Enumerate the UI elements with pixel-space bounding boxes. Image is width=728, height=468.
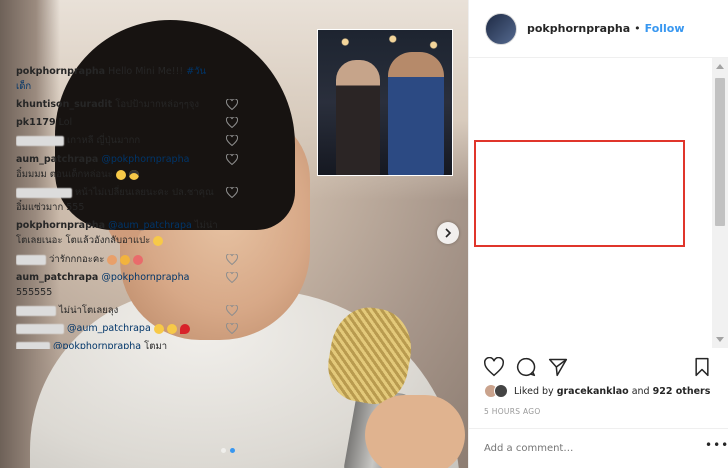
scroll-up-icon[interactable] (716, 64, 724, 69)
post-timestamp[interactable]: 5 HOURS AGO (484, 407, 541, 416)
comment-item: เกาหลี ญี่ปุ่นมากก (16, 133, 240, 148)
heart-icon[interactable] (226, 187, 238, 198)
laugh-emoji-icon (153, 323, 164, 334)
star-emoji-icon (120, 254, 131, 265)
inset-person-left (336, 60, 380, 175)
heart-icon[interactable] (226, 99, 238, 110)
comment-text: โตมา (144, 341, 168, 349)
blurred-username (16, 305, 56, 316)
heart-icon[interactable] (226, 154, 238, 165)
comment-mention[interactable]: @aum_patchrapa (67, 323, 151, 334)
blurred-username (16, 135, 64, 146)
comment-mention[interactable]: @pokphornprapha (101, 154, 189, 165)
heart-icon[interactable] (226, 254, 238, 265)
smile-emoji-icon (115, 169, 126, 180)
header-separator: • (634, 22, 641, 35)
comment-item: pk1179 Lol (16, 115, 240, 130)
comment-caption: pokphornprapha Hello Mini Me!!! #วันเด็ก (16, 64, 240, 94)
blurred-username (16, 341, 50, 349)
likes-conjunction: and (631, 385, 650, 397)
comment-mention[interactable]: @pokphornprapha (53, 341, 141, 349)
carousel-dot (221, 448, 226, 453)
more-options-icon[interactable]: ••• (705, 438, 728, 452)
comment-username[interactable]: pk1179 (16, 117, 56, 128)
comment-username[interactable]: aum_patchrapa (16, 154, 98, 165)
comment-item: pokphornprapha @aum_patchrapa ไม่น่าโตเล… (16, 218, 240, 248)
post-header: pokphornprapha • Follow (469, 0, 728, 58)
carousel-indicator (221, 448, 235, 453)
comment-bubble-icon[interactable] (516, 357, 536, 377)
inset-photo (317, 29, 453, 176)
comments-list[interactable]: pokphornprapha Hello Mini Me!!! #วันเด็ก… (16, 64, 240, 349)
photo-hand (365, 395, 465, 468)
chevron-right-icon (445, 228, 452, 238)
comment-username[interactable]: khuntison_suradit (16, 99, 112, 110)
share-icon[interactable] (548, 357, 568, 377)
bookmark-icon[interactable] (692, 357, 712, 377)
carousel-next-button[interactable] (437, 222, 459, 244)
comment-item: aum_patchrapa @pokphornprapha อิ๋มมมม ตอ… (16, 152, 240, 182)
comment-username[interactable]: pokphornprapha (16, 220, 105, 231)
scrollbar-thumb[interactable] (715, 78, 725, 226)
heart-icon[interactable] (226, 305, 238, 316)
liker-username[interactable]: gracekanklao (557, 386, 629, 397)
red-heart-emoji-icon (179, 323, 190, 334)
liker-avatar[interactable] (494, 384, 508, 398)
comment-item: @aum_patchrapa (16, 321, 240, 336)
comment-username[interactable]: pokphornprapha (16, 66, 105, 77)
confused-emoji-icon (153, 235, 164, 246)
comment-text: ไม่น่าโตเลยลุง (59, 305, 119, 316)
cake-emoji-icon (133, 254, 144, 265)
comment-text: ว่ารักกกอะคะ (49, 254, 105, 265)
comment-mention[interactable]: @pokphornprapha (101, 272, 189, 283)
likes-others-link[interactable]: 922 others (653, 386, 711, 397)
likes-summary: Liked by gracekanklao and 922 others (484, 384, 710, 398)
comment-text: เกาหลี ญี่ปุ่นมากก (67, 135, 141, 146)
comment-text: Hello Mini Me!!! (108, 66, 184, 77)
comment-item: khuntison_suradit โอปป้ามากหล่อๆๆจุง (16, 97, 240, 112)
comments-scrollbar[interactable] (712, 58, 728, 348)
comment-item: ไม่น่าโตเลยลุง (16, 303, 240, 318)
comment-text: อิ๋มมมม ตอนเด็กหล่อนะ (16, 169, 113, 180)
heart-icon[interactable] (226, 323, 238, 334)
highlight-box (474, 140, 685, 247)
comment-item: ว่ารักกกอะคะ (16, 252, 240, 267)
add-comment-bar (468, 428, 728, 468)
laugh-emoji-icon (166, 323, 177, 334)
follow-button[interactable]: Follow (645, 22, 685, 35)
carousel-dot-active (230, 448, 235, 453)
add-comment-input[interactable] (484, 443, 689, 454)
scroll-down-icon[interactable] (716, 337, 724, 342)
heart-icon[interactable] (226, 135, 238, 146)
comment-item: aum_patchrapa @pokphornprapha 555555 (16, 270, 240, 300)
comment-text: Lol (58, 117, 73, 128)
like-heart-icon[interactable] (484, 357, 504, 377)
comment-item: @pokphornprapha โตมา (16, 339, 240, 349)
heart-icon[interactable] (226, 272, 238, 283)
likes-prefix: Liked by (514, 385, 554, 397)
blurred-username (16, 187, 72, 198)
face-emoji-icon (107, 254, 118, 265)
header-username[interactable]: pokphornprapha (527, 22, 630, 35)
comment-text: 555555 (16, 287, 53, 298)
comment-username[interactable]: aum_patchrapa (16, 272, 98, 283)
heart-icon[interactable] (226, 117, 238, 128)
sunglasses-emoji-icon (128, 169, 139, 180)
instagram-post: pokphornprapha • Follow pokphornprapha H… (0, 0, 728, 468)
blurred-username (16, 254, 46, 265)
comment-item: หน้าไม่เปลี่ยนเลยนะคะ ปล.ชาคุณอิ๋มแซ่วมา… (16, 185, 240, 215)
avatar[interactable] (485, 12, 517, 45)
action-bar (484, 357, 712, 379)
comment-text: โอปป้ามากหล่อๆๆจุง (115, 99, 200, 110)
blurred-username (16, 323, 64, 334)
inset-person-right (388, 52, 444, 175)
comment-mention[interactable]: @aum_patchrapa (108, 220, 192, 231)
